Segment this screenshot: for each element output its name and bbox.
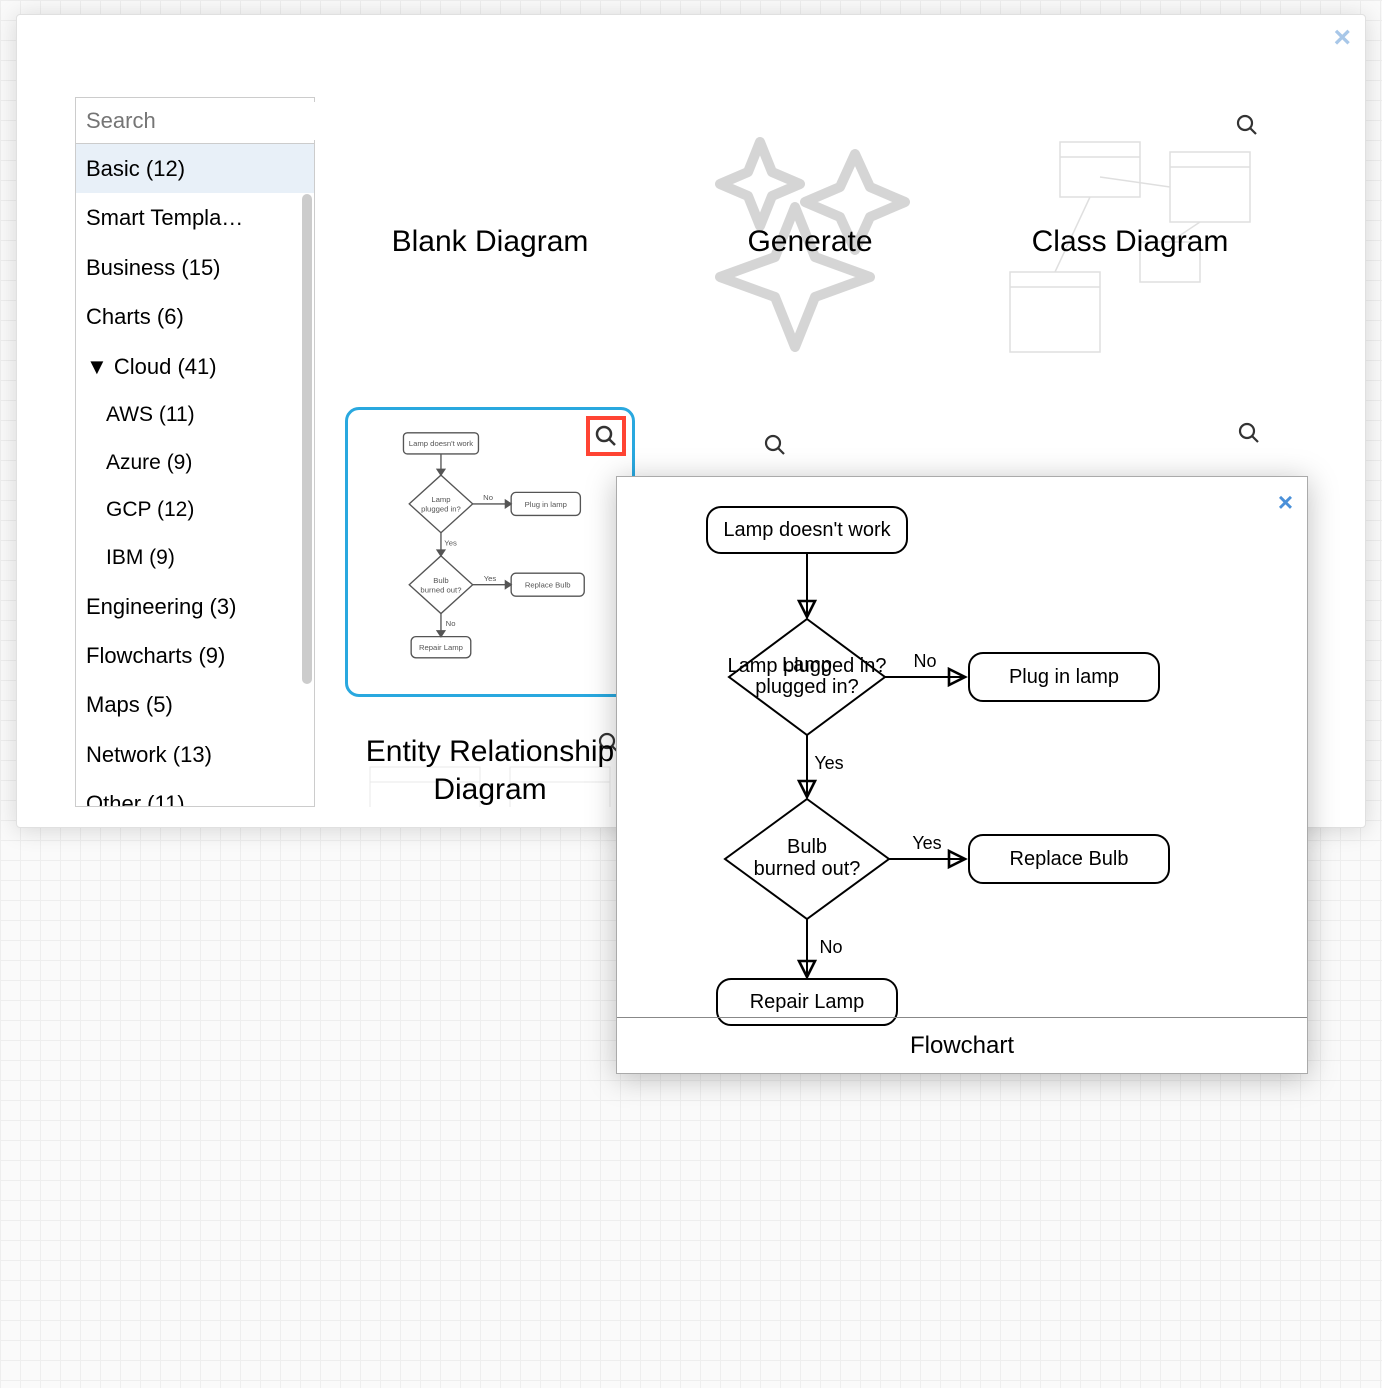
flowchart-thumb: Lamp doesn't work Lamp plugged in? No Pl…: [380, 427, 600, 677]
svg-text:No: No: [446, 619, 456, 628]
svg-text:No: No: [483, 493, 493, 502]
svg-text:Yes: Yes: [912, 833, 941, 853]
category-item[interactable]: AWS (11): [76, 391, 314, 439]
svg-text:Lamp doesn't work: Lamp doesn't work: [409, 439, 473, 448]
template-tile-class-diagram[interactable]: Class Diagram: [985, 97, 1275, 387]
svg-text:Bulb: Bulb: [787, 836, 827, 858]
magnify-icon[interactable]: [1229, 413, 1269, 453]
svg-text:Lamp: Lamp: [431, 495, 450, 504]
svg-text:Repair Lamp: Repair Lamp: [750, 991, 865, 1013]
template-tile-partial[interactable]: [985, 407, 1275, 467]
category-list: Basic (12) Smart Templa… Business (15) C…: [76, 144, 314, 806]
category-item[interactable]: Business (15): [76, 243, 314, 292]
category-item[interactable]: Network (13): [76, 730, 314, 779]
svg-text:No: No: [913, 651, 936, 671]
category-sidebar: Basic (12) Smart Templa… Business (15) C…: [75, 97, 315, 807]
category-item[interactable]: IBM (9): [76, 534, 314, 582]
close-icon[interactable]: ×: [1333, 23, 1351, 53]
category-item[interactable]: Other (11): [76, 779, 314, 806]
tile-label: Entity Relationship Diagram: [345, 733, 635, 807]
category-item[interactable]: GCP (12): [76, 486, 314, 534]
svg-text:Bulb: Bulb: [433, 576, 448, 585]
preview-body: Lamp doesn't work Lamp plugged in? Lamp …: [617, 487, 1307, 1017]
tile-label: Class Diagram: [1014, 223, 1247, 261]
svg-text:plugged in?: plugged in?: [755, 676, 858, 698]
template-tile-erd[interactable]: Entity Relationship Diagram: [345, 717, 635, 807]
svg-text:Replace Bulb: Replace Bulb: [525, 581, 571, 590]
svg-text:Repair Lamp: Repair Lamp: [419, 643, 463, 652]
search-row: [76, 98, 314, 144]
category-item[interactable]: Smart Templa…: [76, 193, 314, 242]
tile-label: Blank Diagram: [374, 223, 607, 261]
category-item[interactable]: Charts (6): [76, 292, 314, 341]
svg-text:burned out?: burned out?: [420, 585, 461, 594]
svg-text:Yes: Yes: [814, 753, 843, 773]
magnify-icon[interactable]: [586, 416, 626, 456]
svg-text:Lamp: Lamp: [782, 654, 832, 676]
svg-text:Yes: Yes: [484, 574, 497, 583]
svg-text:No: No: [819, 937, 842, 957]
template-tile-blank[interactable]: Blank Diagram: [345, 97, 635, 387]
svg-text:Replace Bulb: Replace Bulb: [1010, 848, 1129, 870]
svg-text:burned out?: burned out?: [754, 858, 861, 880]
category-item[interactable]: Engineering (3): [76, 582, 314, 631]
template-tile-partial[interactable]: [665, 407, 955, 467]
category-item[interactable]: Maps (5): [76, 680, 314, 729]
magnify-icon[interactable]: [755, 425, 795, 465]
sidebar-scrollbar[interactable]: [302, 194, 312, 684]
category-item[interactable]: Azure (9): [76, 439, 314, 487]
preview-title: Flowchart: [617, 1017, 1307, 1073]
tile-label: Generate: [729, 223, 890, 261]
category-item[interactable]: ▼ Cloud (41): [76, 342, 314, 391]
template-tile-flowchart[interactable]: Lamp doesn't work Lamp plugged in? No Pl…: [345, 407, 635, 697]
svg-text:Lamp doesn't work: Lamp doesn't work: [723, 519, 891, 541]
svg-text:Yes: Yes: [444, 538, 457, 547]
preview-popup: ×: [616, 476, 1308, 1074]
flowchart-preview: Lamp doesn't work Lamp plugged in? Lamp …: [617, 487, 1309, 1027]
svg-text:Plug in lamp: Plug in lamp: [525, 500, 567, 509]
category-item[interactable]: Basic (12): [76, 144, 314, 193]
svg-text:plugged in?: plugged in?: [421, 505, 461, 514]
template-tile-generate[interactable]: Generate: [665, 97, 955, 387]
category-item[interactable]: Flowcharts (9): [76, 631, 314, 680]
svg-text:Plug in lamp: Plug in lamp: [1009, 666, 1119, 688]
